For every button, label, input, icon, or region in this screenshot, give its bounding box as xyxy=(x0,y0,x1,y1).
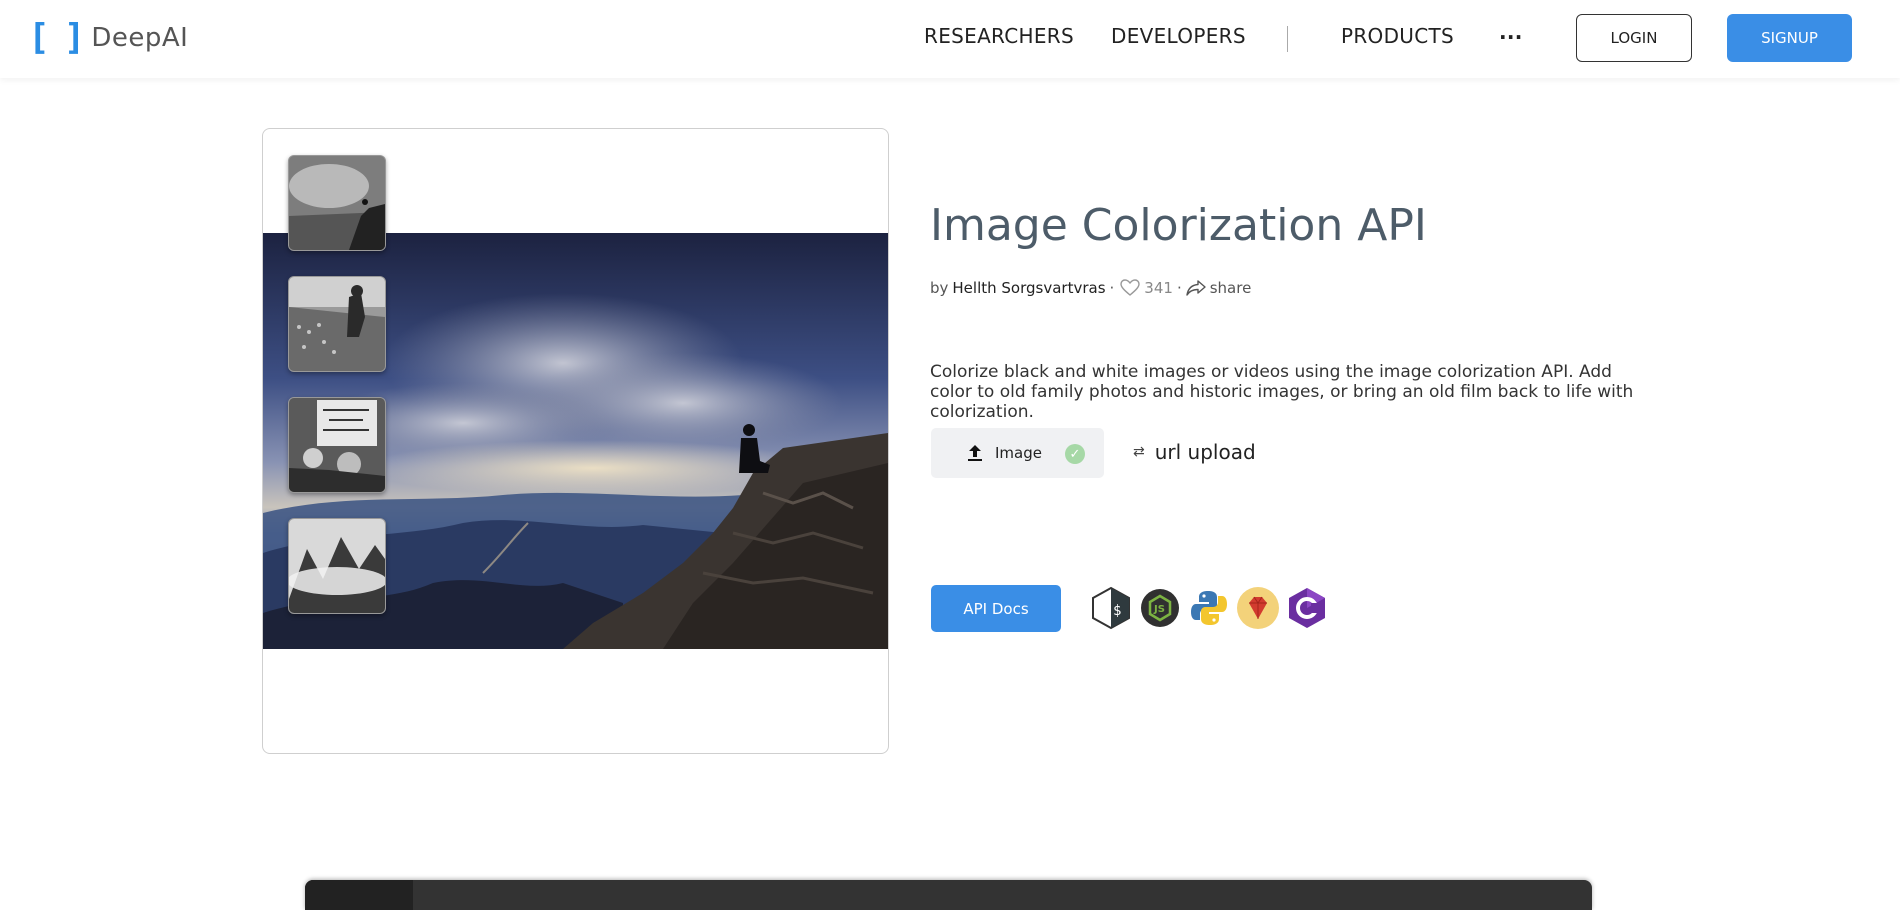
page-title: Image Colorization API xyxy=(930,200,1427,251)
check-icon: ✓ xyxy=(1065,444,1085,464)
logo-text: DeepAI xyxy=(91,23,189,53)
login-button[interactable]: LOGIN xyxy=(1576,14,1692,62)
ruby-icon[interactable] xyxy=(1236,586,1280,630)
nav-more-menu[interactable]: ... xyxy=(1499,20,1523,44)
sample-thumbnail-crowd[interactable] xyxy=(288,276,386,372)
top-navbar: [ ] DeepAI RESEARCHERS DEVELOPERS PRODUC… xyxy=(0,0,1900,78)
upload-icon xyxy=(965,443,985,463)
likes-count: 341 xyxy=(1144,279,1173,297)
upload-label: Image xyxy=(995,444,1042,462)
bash-icon[interactable]: $ xyxy=(1089,586,1133,630)
by-label: by xyxy=(930,279,949,297)
csharp-icon[interactable] xyxy=(1285,586,1329,630)
heart-icon[interactable] xyxy=(1120,279,1140,297)
swap-icon: ⇄ xyxy=(1133,444,1145,460)
share-icon[interactable] xyxy=(1186,280,1206,296)
author-link[interactable]: Hellth Sorgsvartvras xyxy=(952,279,1105,297)
api-meta: by Hellth Sorgsvartvras · 341 · share xyxy=(930,279,1251,297)
sample-thumbnail-mountain[interactable] xyxy=(288,155,386,251)
demo-panel xyxy=(262,128,889,754)
signup-button[interactable]: SIGNUP xyxy=(1727,14,1852,62)
url-upload-toggle[interactable]: ⇄ url upload xyxy=(1133,440,1256,464)
python-icon[interactable] xyxy=(1187,586,1231,630)
api-docs-button[interactable]: API Docs xyxy=(931,585,1061,632)
nav-products[interactable]: PRODUCTS xyxy=(1341,24,1454,48)
logo-bracket-right: ] xyxy=(63,17,86,58)
url-upload-label: url upload xyxy=(1154,440,1256,464)
code-editor-bar xyxy=(305,880,1592,910)
svg-text:JS: JS xyxy=(1153,604,1165,615)
image-upload-button[interactable]: Image ✓ xyxy=(931,428,1104,478)
share-link[interactable]: share xyxy=(1210,279,1252,297)
nodejs-icon[interactable]: JS xyxy=(1138,586,1182,630)
logo-bracket-left: [ xyxy=(28,17,50,58)
meta-separator: · xyxy=(1109,279,1115,297)
editor-tab[interactable] xyxy=(305,880,413,910)
deepai-logo[interactable]: [ ] DeepAI xyxy=(28,18,188,58)
nav-developers[interactable]: DEVELOPERS xyxy=(1111,24,1246,48)
meta-separator: · xyxy=(1176,279,1182,297)
sample-thumbnail-peaks[interactable] xyxy=(288,518,386,614)
svg-text:$: $ xyxy=(1113,603,1121,619)
nav-divider xyxy=(1287,26,1288,52)
api-description: Colorize black and white images or video… xyxy=(930,362,1634,422)
nav-researchers[interactable]: RESEARCHERS xyxy=(924,24,1074,48)
sample-thumbnail-protest[interactable] xyxy=(288,397,386,493)
